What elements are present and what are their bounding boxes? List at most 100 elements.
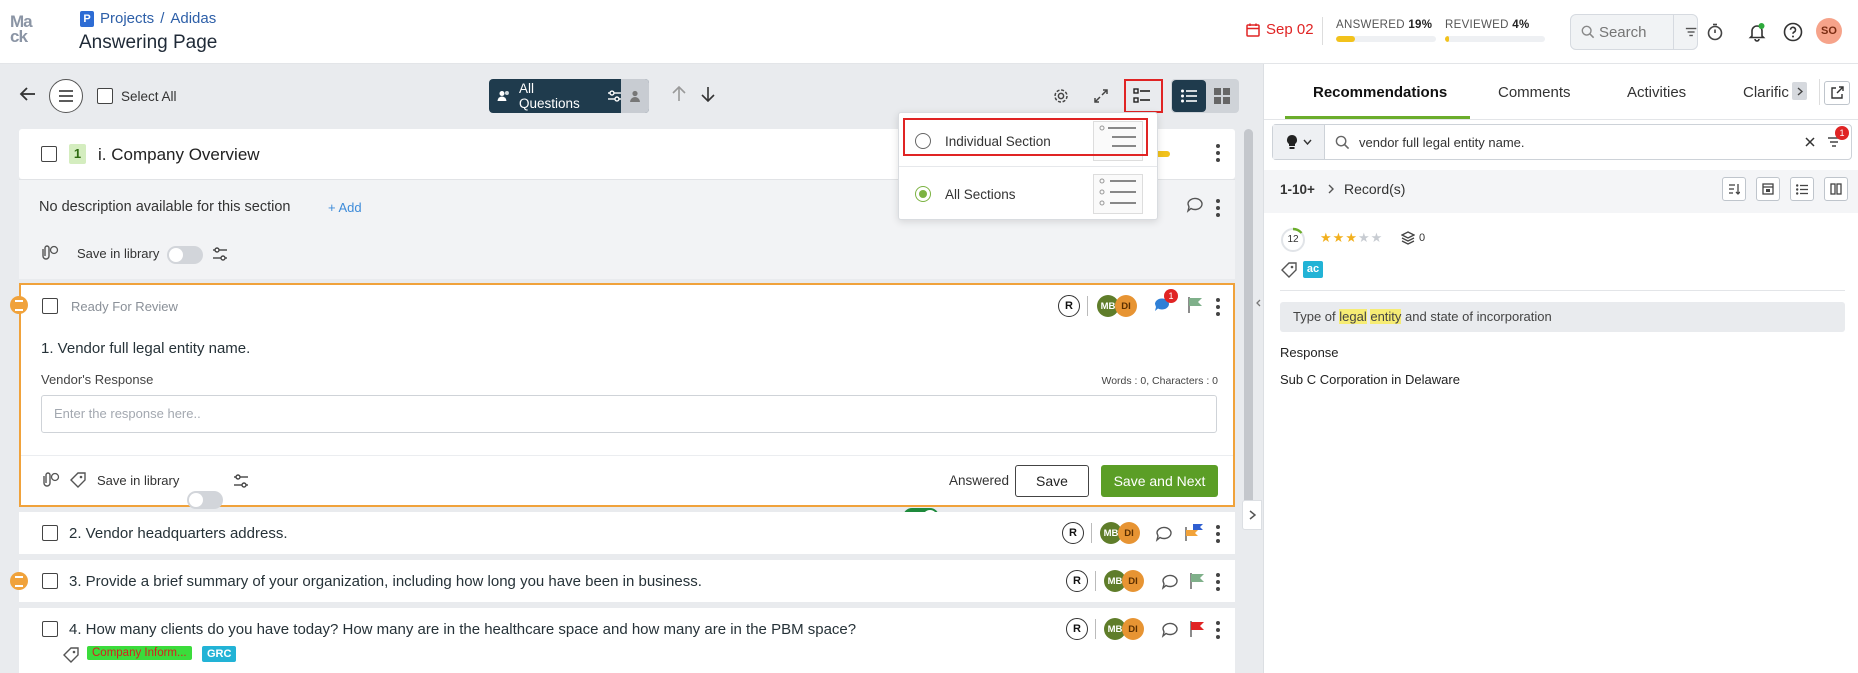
app-logo[interactable]: Ma ck. [10,13,50,48]
reviewer-logo-icon[interactable]: R [1066,618,1088,640]
hamburger-icon [59,90,73,102]
grid-view-button[interactable] [1207,81,1237,111]
flag-red-icon[interactable] [1189,620,1205,638]
tab-recommendations[interactable]: Recommendations [1313,84,1447,101]
divider [1087,296,1088,316]
comment-icon[interactable] [1155,526,1173,542]
filter-label: All Questions [518,81,580,111]
list-view-button[interactable] [1172,80,1206,112]
attachment-icon[interactable] [39,472,61,488]
tabs-scroll-right-button[interactable] [1792,82,1807,100]
breadcrumb-project[interactable]: Adidas [170,10,216,27]
flag-green-icon[interactable] [1187,296,1203,314]
question-4-checkbox[interactable] [42,621,58,637]
recommendation-search[interactable]: vendor full legal entity name. [1272,124,1852,160]
menu-button[interactable] [49,79,83,113]
question-1-more-icon[interactable] [1216,298,1220,316]
tag-icon[interactable] [70,472,86,488]
section-save-library-toggle[interactable] [167,246,203,264]
question-3-assignees[interactable]: MB DI [1104,570,1144,592]
workspace-scrollbar[interactable] [1244,129,1253,509]
section-more-icon[interactable] [1216,144,1220,162]
sort-icon [1729,184,1740,195]
back-arrow-icon[interactable] [19,86,37,102]
due-date[interactable]: Sep 02 [1246,21,1314,38]
help-icon[interactable] [1781,20,1805,44]
matched-question[interactable]: Type of legal entity and state of incorp… [1280,302,1845,332]
section-settings-sliders-icon[interactable] [212,246,228,262]
open-external-button[interactable] [1824,81,1850,105]
next-question-arrow-icon[interactable] [701,86,715,102]
notification-bell-icon[interactable] [1745,20,1769,44]
save-button[interactable]: Save [1015,465,1089,497]
question-settings-sliders-icon[interactable] [233,473,249,489]
reviewer-logo-icon[interactable]: R [1058,295,1080,317]
flag-multi-icon[interactable] [1184,522,1204,542]
section-comment-icon[interactable] [1186,197,1204,213]
option-all-sections[interactable]: All Sections [899,169,1159,219]
question-save-library-toggle[interactable] [187,491,223,509]
question-2-more-icon[interactable] [1216,525,1220,543]
question-2-checkbox[interactable] [42,525,58,541]
ai-suggestion-dropdown[interactable] [1273,125,1325,159]
list-icon [1181,89,1197,103]
question-row[interactable] [19,608,1235,673]
column-layout-button[interactable] [1824,177,1848,201]
library-button[interactable] [1756,177,1780,201]
question-2-assignees[interactable]: MB DI [1100,522,1140,544]
question-4-more-icon[interactable] [1216,621,1220,639]
grid-icon [1214,88,1230,104]
tab-comments[interactable]: Comments [1498,84,1571,101]
chevron-right-icon [1249,510,1256,520]
question-4-tag[interactable]: GRC [202,646,237,662]
previous-question-arrow-icon[interactable] [672,86,686,102]
comment-icon[interactable] [1161,574,1179,590]
comment-icon[interactable] [1161,622,1179,638]
sort-button[interactable] [1722,177,1746,201]
search-icon [1335,135,1350,149]
reviewer-logo-icon[interactable]: R [1062,522,1084,544]
flag-green-icon[interactable] [1189,572,1205,590]
global-search-input[interactable] [1598,23,1671,41]
reviewer-logo-icon[interactable]: R [1066,570,1088,592]
add-description-link[interactable]: + Add [328,200,362,215]
collapse-panel-button[interactable] [1242,500,1262,530]
question-4-tag[interactable]: Company Inform... [87,646,192,660]
question-1-assignees[interactable]: MB DI [1097,295,1137,317]
breadcrumb-projects[interactable]: Projects [100,10,154,27]
select-all-checkbox[interactable] [97,88,113,104]
response-label: Vendor's Response [41,372,154,387]
list-layout-button[interactable] [1790,177,1814,201]
section-checkbox[interactable] [41,146,57,162]
save-and-next-button[interactable]: Save and Next [1101,465,1218,497]
close-icon[interactable] [1805,137,1815,147]
all-sections-radio[interactable] [915,186,931,202]
search-divider [1672,15,1674,49]
recommendation-search-input[interactable]: vendor full legal entity name. [1359,135,1524,150]
expand-icon[interactable] [1093,88,1109,104]
recommended-response[interactable]: Sub C Corporation in Delaware [1280,372,1460,387]
assignee-filter-button[interactable] [621,79,649,113]
question-3-checkbox[interactable] [42,573,58,589]
question-1-checkbox[interactable] [42,298,58,314]
question-3-more-icon[interactable] [1216,573,1220,591]
filter-lines-icon[interactable] [1685,26,1697,38]
star-empty-icon: ★ [1357,230,1370,245]
chevron-right-icon [1328,184,1334,194]
matched-question-suffix: and state of incorporation [1401,309,1552,324]
tag-icon[interactable] [63,647,79,663]
settings-gear-icon[interactable] [1053,88,1069,104]
divider [1280,290,1845,291]
section-description-more-icon[interactable] [1216,199,1220,217]
external-link-icon [1831,86,1844,99]
timer-icon[interactable] [1703,20,1727,44]
global-search[interactable] [1570,14,1698,50]
record-tag[interactable]: ac [1303,261,1323,278]
user-avatar[interactable]: SO [1816,18,1842,44]
tab-clarifications[interactable]: Clarific [1743,84,1793,101]
attachment-icon[interactable] [38,245,60,261]
response-input[interactable]: Enter the response here.. [41,395,1217,433]
question-4-assignees[interactable]: MB DI [1104,618,1144,640]
question-filter-dropdown[interactable]: All Questions [489,79,649,113]
tab-activities[interactable]: Activities [1627,84,1686,101]
